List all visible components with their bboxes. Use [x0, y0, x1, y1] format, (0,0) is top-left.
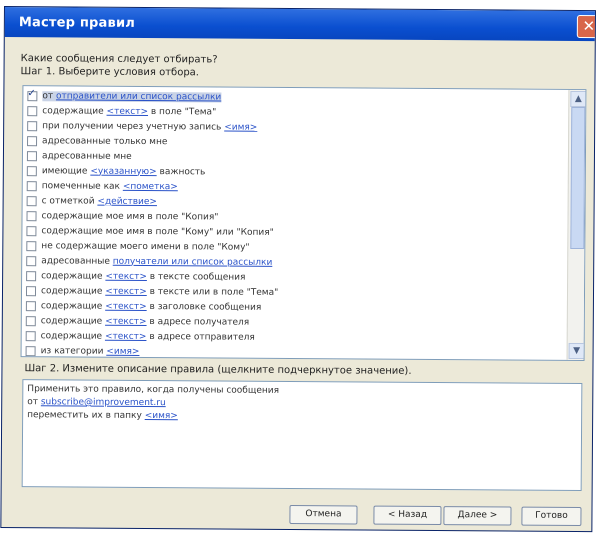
conditions-list[interactable]: от отправители или список рассылки содерж… — [20, 85, 587, 362]
condition-value-link[interactable]: <имя> — [106, 346, 139, 356]
condition-value-link[interactable]: <текст> — [105, 286, 147, 296]
condition-label: содержащие <текст> в поле "Тема" — [42, 106, 216, 117]
condition-row[interactable]: из категории <имя> — [25, 343, 584, 361]
condition-label: содержащие <текст> в заголовке сообщения — [41, 301, 261, 313]
condition-value-link[interactable]: <текст> — [105, 316, 147, 326]
condition-label: с отметкой <действие> — [42, 196, 157, 207]
close-icon[interactable]: ✕ — [576, 15, 596, 39]
condition-value-link[interactable]: <имя> — [224, 122, 257, 132]
condition-label: содержащие <текст> в адресе отправителя — [41, 331, 255, 342]
next-button[interactable]: Далее > — [443, 506, 512, 526]
rule-description-box: Применить это правило, когда получены со… — [21, 379, 583, 492]
condition-checkbox[interactable] — [26, 150, 37, 161]
condition-label: содержащие <текст> в тексте сообщения — [41, 271, 245, 282]
condition-value-link[interactable]: <текст> — [105, 271, 147, 281]
condition-text: помеченные как — [41, 180, 123, 192]
condition-label: содержащие мое имя в поле "Копия" — [42, 211, 219, 222]
conditions-scrollbar[interactable]: ▲ ▼ — [566, 89, 587, 361]
condition-text-suffix: в адресе отправителя — [146, 331, 255, 343]
step1-label: Шаг 1. Выберите условия отбора. — [20, 66, 200, 79]
back-button[interactable]: < Назад — [373, 505, 442, 526]
condition-checkbox[interactable] — [27, 90, 38, 101]
condition-checkbox[interactable] — [25, 330, 36, 341]
button-bar: Отмена < Назад Далее > Готово — [1, 503, 591, 527]
condition-checkbox[interactable] — [27, 135, 38, 146]
condition-label: из категории <имя> — [41, 346, 140, 357]
condition-text: содержащие — [42, 105, 107, 117]
condition-text: содержащие — [40, 315, 106, 327]
condition-text: содержащие — [40, 285, 106, 297]
condition-value-link[interactable]: отправители или список рассылки — [56, 91, 221, 102]
step2-label: Шаг 2. Измените описание правила (щелкни… — [24, 363, 412, 377]
condition-text: содержащие мое имя в поле "Копия" — [41, 210, 219, 223]
condition-value-link[interactable]: <текст> — [107, 106, 149, 116]
condition-value-link[interactable]: <текст> — [105, 331, 147, 341]
condition-checkbox[interactable] — [26, 225, 37, 236]
condition-text: адресованные — [41, 255, 113, 267]
condition-text: содержащие — [41, 270, 106, 282]
condition-text: содержащие — [40, 300, 106, 312]
condition-text: имеющие — [41, 165, 91, 177]
condition-text: не содержащие моего имени в поле "Кому" — [41, 240, 250, 253]
condition-checkbox[interactable] — [26, 180, 37, 191]
condition-checkbox[interactable] — [25, 345, 36, 356]
condition-value-link[interactable]: получатели или список рассылки — [113, 256, 273, 267]
condition-checkbox[interactable] — [26, 210, 37, 221]
scroll-up-icon[interactable]: ▲ — [570, 90, 587, 108]
condition-label: адресованные только мне — [42, 136, 167, 147]
condition-text: адресованные мне — [41, 150, 132, 162]
condition-text-suffix: в адресе получателя — [146, 316, 250, 328]
rule-line-3-prefix: переместить их в папку — [27, 410, 145, 421]
condition-text: адресованные только мне — [42, 135, 168, 147]
condition-text-suffix: важность — [156, 166, 206, 177]
sender-address-link[interactable]: subscribe@improvement.ru — [41, 397, 166, 408]
condition-label: при получении через учетную запись <имя> — [42, 121, 257, 133]
condition-checkbox[interactable] — [25, 300, 36, 311]
condition-text: содержащие мое имя в поле "Кому" или "Ко… — [41, 225, 274, 238]
condition-label: имеющие <указанную> важность — [42, 166, 206, 177]
condition-checkbox[interactable] — [26, 165, 37, 176]
condition-checkbox[interactable] — [27, 105, 38, 116]
condition-text-suffix: в заголовке сообщения — [146, 301, 262, 313]
condition-text: с отметкой — [41, 195, 98, 207]
rule-line-3: переместить их в папку <имя> — [27, 409, 577, 426]
rules-wizard-dialog: Мастер правил ✕ Какие сообщения следует … — [0, 6, 596, 533]
condition-checkbox[interactable] — [25, 285, 37, 296]
title-bar: Мастер правил ✕ — [4, 7, 596, 42]
finish-button[interactable]: Готово — [521, 506, 582, 527]
scroll-thumb[interactable] — [570, 106, 586, 250]
cancel-button[interactable]: Отмена — [289, 505, 358, 525]
condition-text: от — [42, 90, 57, 101]
condition-value-link[interactable]: <пометка> — [123, 181, 178, 191]
condition-text-suffix: в тексте или в поле "Тема" — [146, 286, 279, 298]
condition-value-link[interactable]: <указанную> — [90, 166, 156, 176]
conditions-items: от отправители или список рассылки содерж… — [22, 86, 586, 361]
condition-text-suffix: в поле "Тема" — [148, 106, 217, 117]
condition-text: из категории — [40, 345, 107, 357]
condition-text-suffix: в тексте сообщения — [146, 271, 246, 283]
condition-text: при получении через учетную запись — [42, 120, 225, 133]
condition-label: не содержащие моего имени в поле "Кому" — [41, 241, 249, 252]
rule-line-2-prefix: от — [27, 397, 41, 408]
window-title: Мастер правил — [18, 14, 136, 31]
condition-value-link[interactable]: <текст> — [105, 301, 147, 311]
scroll-down-icon[interactable]: ▼ — [568, 342, 585, 360]
dialog-content: Какие сообщения следует отбирать? Шаг 1.… — [5, 37, 595, 81]
condition-label: содержащие <текст> в тексте или в поле "… — [41, 286, 278, 298]
condition-checkbox[interactable] — [26, 270, 37, 281]
condition-checkbox[interactable] — [26, 195, 37, 206]
condition-label: содержащие мое имя в поле "Кому" или "Ко… — [41, 226, 273, 238]
condition-checkbox[interactable] — [26, 255, 37, 266]
condition-label: от отправители или список рассылки — [42, 90, 221, 103]
condition-checkbox[interactable] — [27, 120, 38, 131]
condition-label: содержащие <текст> в адресе получателя — [41, 316, 249, 327]
condition-label: адресованные мне — [42, 151, 132, 162]
condition-label: адресованные получатели или список рассы… — [41, 256, 272, 268]
condition-value-link[interactable]: <действие> — [97, 196, 157, 206]
condition-checkbox[interactable] — [25, 315, 36, 326]
folder-name-link[interactable]: <имя> — [145, 411, 178, 421]
condition-label: помеченные как <пометка> — [42, 181, 178, 192]
condition-checkbox[interactable] — [26, 240, 37, 251]
condition-text: содержащие — [40, 330, 106, 342]
